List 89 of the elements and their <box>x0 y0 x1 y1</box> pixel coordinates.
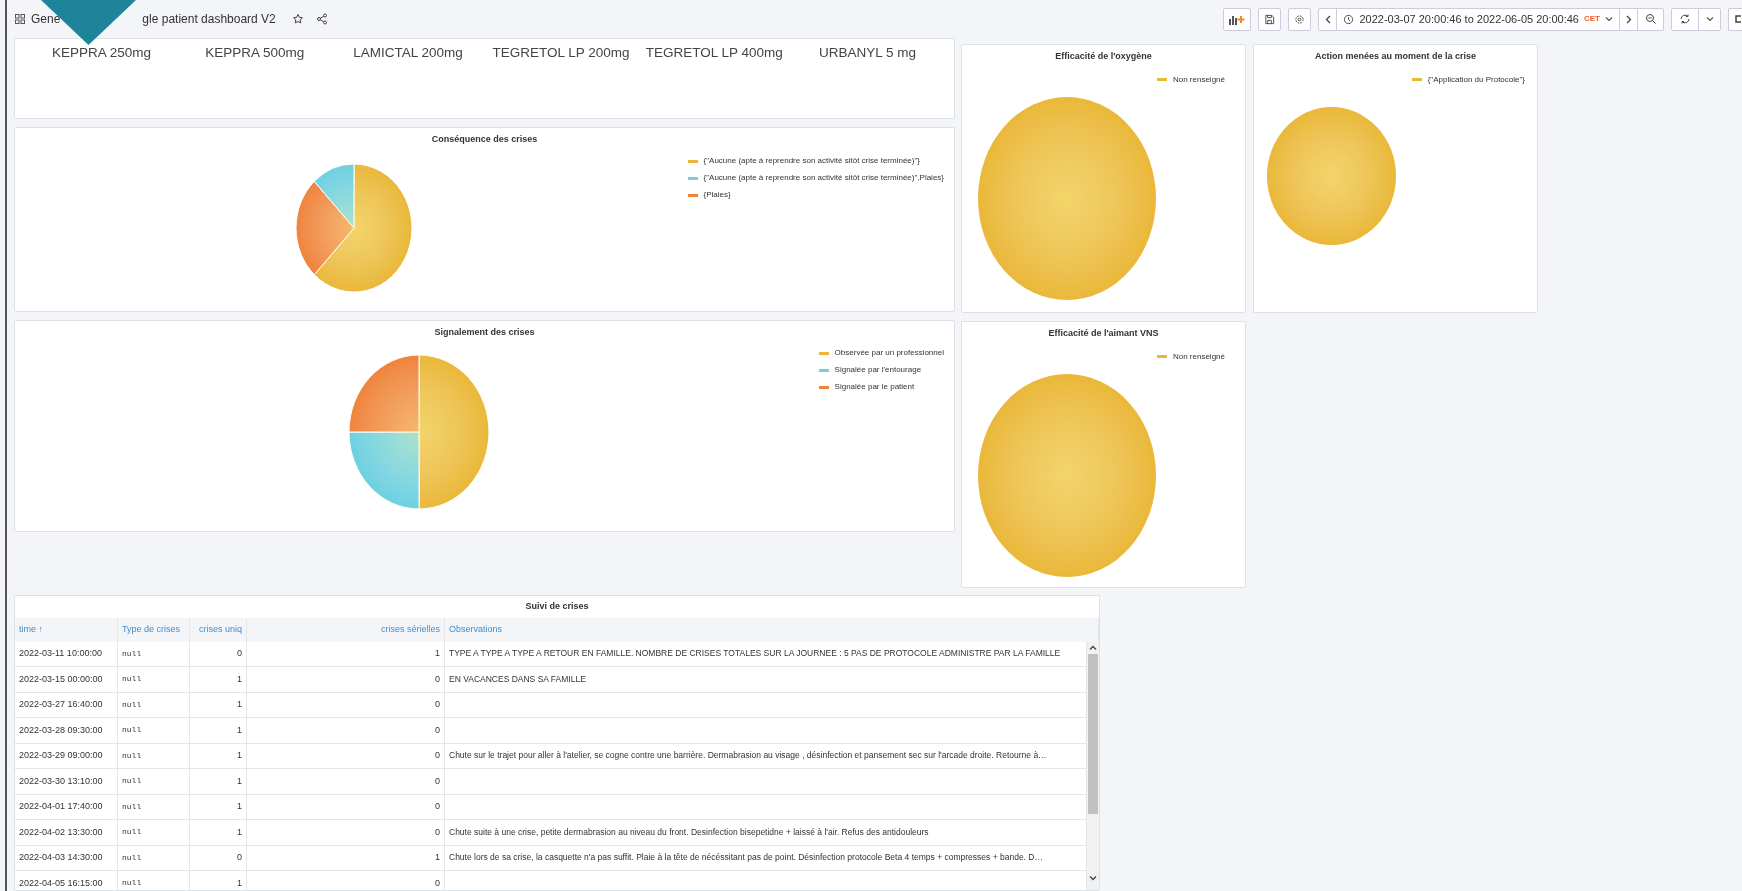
settings-icon <box>1294 13 1306 25</box>
table-cell-text: 0 <box>435 698 440 711</box>
panel-title[interactable]: Efficacité de l'oxygène <box>1055 45 1152 64</box>
table-cell-text: 0 <box>435 749 440 762</box>
medication-label: KEPPRA 500mg <box>204 44 306 62</box>
table-cell: Chute sur le trajet pour aller à l'atelier, se cogne contre une barrière. Dermabrasion au visage , désinfection et pansement sec sur l'arcade droite. Retourne à… <box>449 749 1047 763</box>
table-cell: null <box>122 698 142 711</box>
table-cell: Chute lors de sa crise, la casquette n'a pas suffit. Plaie à la tête de nécéssitant pas de point. Désinfection protocole Beta 4 temps + compresses + bande. D… <box>449 851 1043 865</box>
medication-label: LAMICTAL 200mg <box>352 44 464 62</box>
medication-label: KEPPRA 250mg <box>51 44 153 62</box>
table-cell: 2022-04-02 13:30:00 <box>19 825 103 839</box>
table-cell-text: 0 <box>435 800 440 813</box>
legend-label[interactable]: Observée par un professionnel <box>834 347 944 359</box>
legend-label[interactable]: Signalée par l'entourage <box>834 364 922 376</box>
panel-title[interactable]: Signalement des crises <box>434 321 535 340</box>
panel-title[interactable]: Suivi de crises <box>525 596 589 618</box>
table-cell: 0 <box>435 876 440 890</box>
table-cell: 0 <box>435 723 440 737</box>
star-icon[interactable] <box>291 13 304 25</box>
clock-icon <box>1343 13 1355 25</box>
zoom-out-icon <box>1644 13 1657 25</box>
refresh-icon <box>1679 13 1691 25</box>
legend-label[interactable]: Signalée par le patient <box>834 381 915 393</box>
share-icon[interactable] <box>315 13 328 25</box>
table-cell: 0 <box>435 825 440 839</box>
scroll-up-icon[interactable] <box>1089 643 1097 652</box>
legend-label[interactable]: Non renseigné <box>1172 73 1225 86</box>
table-cell: null <box>122 749 142 762</box>
legend-label[interactable]: {"Application du Protocole"} <box>1427 73 1525 86</box>
bar-chart-plus-icon <box>1229 13 1246 25</box>
table-cell: null <box>122 877 142 890</box>
legend-label[interactable]: {"Aucune (apte à reprendre son activité sitôt crise terminée)"} <box>703 155 920 167</box>
table-cell: null <box>122 673 142 686</box>
table-cell: 2022-03-15 00:00:00 <box>19 672 103 686</box>
scroll-thumb[interactable] <box>1088 653 1098 814</box>
add-panel-button[interactable] <box>1223 7 1252 31</box>
timezone-label: CET <box>1584 13 1600 25</box>
table-cell: TYPE A TYPE A TYPE A RETOUR EN FAMILLE. NOMBRE DE CRISES TOTALES SUR LA JOURNEE : 5 PAS DE PROTOCOLE ADMINISTRE PAR LA FAMILLE <box>449 647 1061 661</box>
table-cell: null <box>122 800 142 813</box>
table-cell-text: 2022-03-27 16:40:00 <box>19 698 103 711</box>
table-cell: 2022-03-30 13:10:00 <box>19 774 103 788</box>
chevron-right-icon <box>1625 14 1632 24</box>
caret-icon <box>1605 16 1613 22</box>
dashboard-title[interactable]: Gene <box>31 10 61 28</box>
medication-label: TEGRETOL LP 200mg <box>491 44 631 62</box>
scrollbar[interactable] <box>1087 641 1099 890</box>
panel-title[interactable]: Efficacité de l'aimant VNS <box>1048 322 1159 341</box>
table-cell: null <box>122 647 142 660</box>
table-cell: 1 <box>237 876 242 890</box>
table-cell: Chute suite à une crise, petite dermabrasion au niveau du front. Desinfection bisepetidne + laissé à l'air. Refus des antidouleurs <box>449 825 929 839</box>
table-cell: null <box>122 851 142 864</box>
save-icon <box>1264 13 1276 25</box>
table-cell: 1 <box>237 723 242 737</box>
chevron-left-icon <box>1324 14 1331 24</box>
medication-label: URBANYL 5 mg <box>817 44 917 62</box>
table-cell-text: 0 <box>237 851 242 864</box>
panel-title[interactable]: Action menées au moment de la crise <box>1314 45 1477 64</box>
table-cell: 0 <box>435 774 440 788</box>
legend-label[interactable]: {"Aucune (apte à reprendre son activité sitôt crise terminée)",Plaies} <box>703 172 944 184</box>
table-cell-text: 1 <box>237 698 242 711</box>
caret-icon <box>1705 16 1714 22</box>
table-cell-text: 1 <box>237 800 242 813</box>
table-cell: 2022-03-28 09:30:00 <box>19 723 103 737</box>
table-cell: 2022-04-05 16:15:00 <box>19 876 103 890</box>
table-cell-text: 1 <box>237 749 242 762</box>
table-cell-text: 2022-03-11 10:00:00 <box>19 647 102 660</box>
table-cell: EN VACANCES DANS SA FAMILLE <box>449 672 586 686</box>
table-cell-text: 1 <box>435 647 440 660</box>
save-button[interactable] <box>1258 7 1282 31</box>
scroll-down-icon[interactable] <box>1089 874 1097 882</box>
table-cell: 1 <box>237 672 242 686</box>
table-cell: null <box>122 826 142 839</box>
table-cell-text: 2022-03-29 09:00:00 <box>19 749 103 762</box>
table-cell-text: 0 <box>237 647 242 660</box>
table-cell: 1 <box>237 825 242 839</box>
panel-title[interactable]: Conséquence des crises <box>431 128 538 147</box>
table-cell: 1 <box>237 774 242 788</box>
table-cell-text: 2022-04-01 17:40:00 <box>19 800 103 813</box>
legend-label[interactable]: {Plaies} <box>703 189 731 201</box>
table-cell: null <box>122 724 142 737</box>
dashboard-title[interactable]: gle patient dashboard V2 <box>142 10 276 28</box>
table-cell: 0 <box>435 672 440 686</box>
medication-label: TEGRETOL LP 400mg <box>644 44 784 62</box>
legend-label[interactable]: Non renseigné <box>1172 350 1225 363</box>
table-cell-text: 1 <box>435 851 440 864</box>
dashboard-grid-icon[interactable] <box>15 14 25 24</box>
table-cell-text: 2022-04-03 14:30:00 <box>19 851 103 864</box>
tv-mode-button[interactable] <box>1728 7 1742 31</box>
table-cell: null <box>122 775 142 788</box>
